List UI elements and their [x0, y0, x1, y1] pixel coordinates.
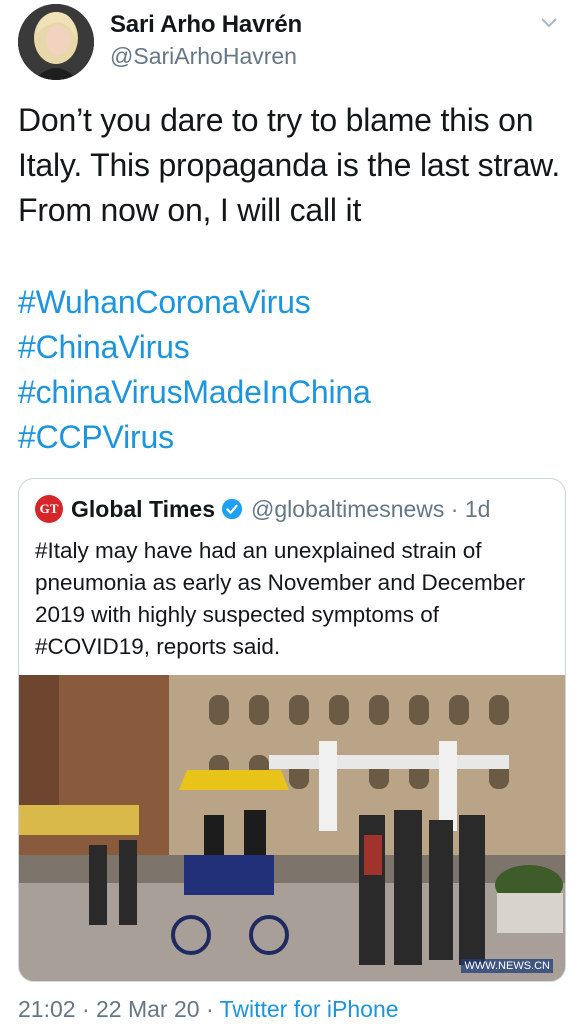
hashtag-link[interactable]: #CCPVirus — [18, 415, 563, 460]
author-display-name[interactable]: Sari Arho Havrén — [110, 10, 302, 40]
chevron-down-icon[interactable] — [540, 16, 558, 30]
verified-badge-icon — [221, 498, 243, 520]
author-handle[interactable]: @SariArhoHavren — [110, 40, 302, 72]
tweet-header: Sari Arho Havrén @SariArhoHavren — [18, 4, 558, 84]
hashtag-link[interactable]: #ChinaVirus — [18, 325, 563, 370]
quoted-author-name: Global Times — [71, 495, 216, 522]
photo-watermark: WWW.NEWS.CN — [461, 959, 553, 973]
author-avatar[interactable] — [18, 4, 94, 80]
tweet-meta: 21:02 · 22 Mar 20 · Twitter for iPhone — [18, 996, 399, 1023]
hashtag-link[interactable]: #WuhanCoronaVirus — [18, 280, 563, 325]
author-names: Sari Arho Havrén @SariArhoHavren — [110, 10, 302, 72]
quoted-tweet-header: GT Global Times @globaltimesnews · 1d — [35, 495, 490, 523]
tweet-source-link[interactable]: Twitter for iPhone — [220, 996, 399, 1022]
quoted-tweet-card[interactable]: GT Global Times @globaltimesnews · 1d #I… — [18, 478, 566, 982]
quoted-handle-time: @globaltimesnews · 1d — [251, 495, 491, 522]
quoted-tweet-text: #Italy may have had an unexplained strai… — [35, 538, 526, 659]
global-times-logo: GT — [35, 495, 63, 523]
quoted-tweet-photo[interactable]: WWW.NEWS.CN — [19, 675, 565, 981]
tweet-timestamp[interactable]: 21:02 · 22 Mar 20 · — [18, 996, 220, 1022]
tweet-hashtags: #WuhanCoronaVirus #ChinaVirus #chinaViru… — [18, 280, 563, 460]
hashtag-link[interactable]: #chinaVirusMadeInChina — [18, 370, 563, 415]
tweet-body: Don’t you dare to try to blame this on I… — [18, 102, 561, 228]
